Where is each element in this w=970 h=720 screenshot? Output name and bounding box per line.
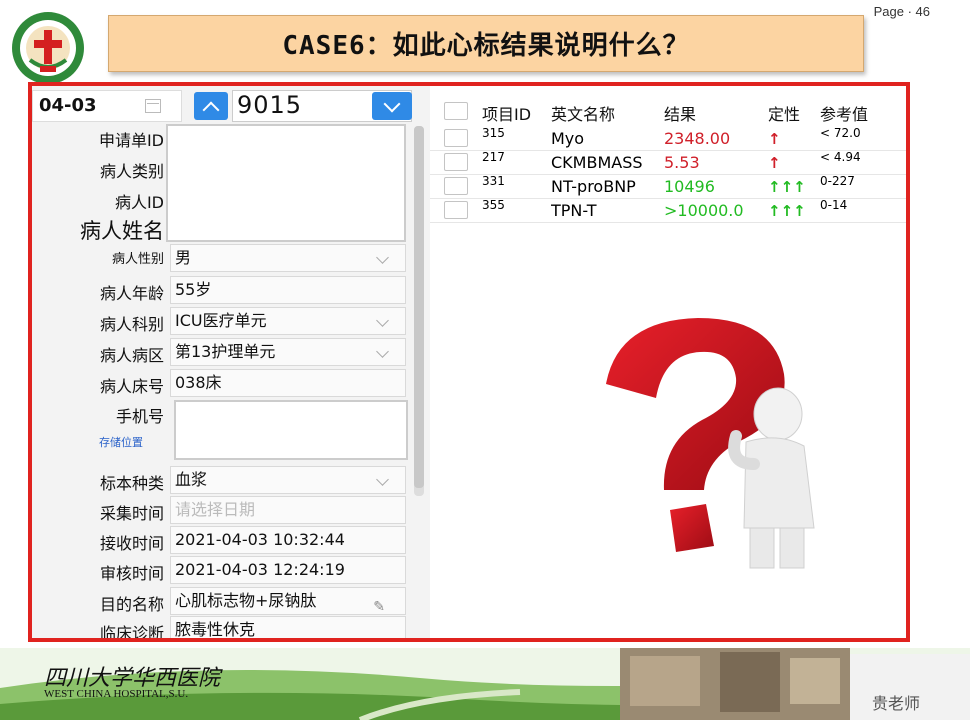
next-button[interactable] [372, 92, 412, 120]
gender-select[interactable]: 男 [170, 244, 406, 272]
specimen-value: 血浆 [175, 470, 208, 489]
previous-button[interactable] [194, 92, 228, 120]
purpose-field[interactable]: 心肌标志物+尿钠肽 ✎ [170, 587, 406, 615]
cell-result: 10496 [664, 177, 715, 196]
cell-result: >10000.0 [664, 201, 744, 220]
patient-name-label: 病人姓名 [80, 219, 164, 243]
table-row[interactable]: 331 NT-proBNP 10496 ↑↑↑ 0-227 [430, 174, 906, 199]
scrollbar[interactable] [414, 126, 424, 496]
cell-flag: ↑ [768, 130, 781, 148]
cell-name: Myo [551, 129, 585, 148]
cell-id: 331 [482, 174, 505, 188]
chevron-down-icon [376, 345, 389, 358]
results-panel: 项目ID 英文名称 结果 定性 参考值 315 Myo 2348.00 ↑ < 72.0… [430, 86, 906, 638]
table-row[interactable]: 355 TPN-T >10000.0 ↑↑↑ 0-14 [430, 198, 906, 223]
row-checkbox[interactable] [444, 153, 468, 171]
cell-ref: 0-14 [820, 198, 848, 212]
ward-value: 第13护理单元 [175, 342, 276, 361]
hospital-name-en: WEST CHINA HOSPITAL,S.U. [44, 688, 189, 700]
patient-info-panel: 04-03 9015 申请单ID 病人类别 病人ID 病人姓名 病人性别 男 病… [32, 86, 430, 638]
review-time-value: 2021-04-03 12:24:19 [175, 560, 345, 579]
cell-result: 5.53 [664, 153, 700, 172]
receive-time-field[interactable]: 2021-04-03 10:32:44 [170, 526, 406, 554]
chevron-down-icon [376, 251, 389, 264]
col-header-id[interactable]: 项目ID [482, 101, 531, 125]
gender-value: 男 [175, 248, 192, 267]
dept-label: 病人科别 [99, 315, 164, 334]
calendar-icon[interactable] [145, 99, 161, 113]
cell-result: 2348.00 [664, 129, 731, 148]
specimen-label: 标本种类 [99, 474, 164, 493]
collect-time-picker[interactable]: 请选择日期 [170, 496, 406, 524]
teacher-watermark: 贵老师 [872, 694, 921, 713]
col-header-ref[interactable]: 参考值 [820, 101, 868, 125]
table-header: 项目ID 英文名称 结果 定性 参考值 [430, 96, 906, 126]
storage-location-link[interactable]: 存储位置 [99, 434, 143, 450]
patient-detail-box[interactable] [166, 124, 406, 242]
pencil-icon[interactable]: ✎ [373, 594, 385, 614]
cell-name: TPN-T [551, 201, 597, 220]
chevron-down-icon [376, 314, 389, 327]
ward-label: 病人病区 [99, 346, 164, 365]
cell-ref: 0-227 [820, 174, 855, 188]
diagnosis-label: 临床诊断 [99, 624, 164, 642]
receive-time-value: 2021-04-03 10:32:44 [175, 530, 345, 549]
age-label: 病人年龄 [99, 284, 164, 303]
ward-select[interactable]: 第13护理单元 [170, 338, 406, 366]
request-id-label: 申请单ID [98, 131, 164, 150]
date-field[interactable]: 04-03 [32, 90, 182, 122]
cell-ref: < 72.0 [820, 126, 861, 140]
diagnosis-value: 脓毒性休克 [175, 620, 256, 639]
cell-flag: ↑↑↑ [768, 178, 806, 196]
slide-title-box: CASE6：如此心标结果说明什么？ [108, 15, 864, 72]
row-checkbox[interactable] [444, 201, 468, 219]
review-time-field[interactable]: 2021-04-03 12:24:19 [170, 556, 406, 584]
diagnosis-field[interactable]: 脓毒性休克 [170, 616, 406, 639]
scrollbar-thumb[interactable] [414, 126, 424, 488]
slide-title: CASE6：如此心标结果说明什么？ [282, 31, 690, 61]
patient-type-label: 病人类别 [99, 162, 164, 181]
cell-id: 217 [482, 150, 505, 164]
dept-value: ICU医疗单元 [175, 311, 267, 330]
col-header-flag[interactable]: 定性 [768, 101, 800, 125]
collect-time-placeholder: 请选择日期 [175, 500, 256, 519]
age-value: 55岁 [175, 280, 212, 299]
row-checkbox[interactable] [444, 129, 468, 147]
bed-field[interactable]: 038床 [170, 369, 406, 397]
cell-id: 355 [482, 198, 505, 212]
col-header-result[interactable]: 结果 [664, 101, 696, 125]
specimen-select[interactable]: 血浆 [170, 466, 406, 494]
review-time-label: 审核时间 [99, 564, 164, 583]
sample-number-value: 9015 [237, 91, 303, 119]
select-all-checkbox[interactable] [444, 102, 468, 120]
phone-label: 手机号 [115, 407, 164, 426]
question-mark-figure [606, 318, 815, 569]
collect-time-label: 采集时间 [99, 504, 164, 523]
cell-id: 315 [482, 126, 505, 140]
patient-id-label: 病人ID [114, 193, 164, 212]
bed-label: 病人床号 [99, 377, 164, 396]
cell-name: CKMBMASS [551, 153, 643, 172]
dept-select[interactable]: ICU医疗单元 [170, 307, 406, 335]
cell-name: NT-proBNP [551, 177, 636, 196]
cell-flag: ↑↑↑ [768, 202, 806, 220]
purpose-label: 目的名称 [99, 595, 164, 614]
cell-flag: ↑ [768, 154, 781, 172]
date-value: 04-03 [39, 95, 97, 116]
cell-ref: < 4.94 [820, 150, 861, 164]
lis-screenshot-frame: 04-03 9015 申请单ID 病人类别 病人ID 病人姓名 病人性别 男 病… [28, 82, 910, 642]
row-checkbox[interactable] [444, 177, 468, 195]
bed-value: 038床 [175, 373, 222, 392]
col-header-name[interactable]: 英文名称 [551, 101, 615, 125]
chevron-down-icon [376, 473, 389, 486]
age-field[interactable]: 55岁 [170, 276, 406, 304]
table-row[interactable]: 315 Myo 2348.00 ↑ < 72.0 [430, 126, 906, 151]
table-row[interactable]: 217 CKMBMASS 5.53 ↑ < 4.94 [430, 150, 906, 175]
hospital-logo [12, 12, 84, 84]
phone-input[interactable] [174, 400, 408, 460]
receive-time-label: 接收时间 [99, 534, 164, 553]
gender-label: 病人性别 [111, 252, 164, 267]
page-number: Page · 46 [873, 4, 930, 19]
purpose-value: 心肌标志物+尿钠肽 [175, 591, 317, 610]
